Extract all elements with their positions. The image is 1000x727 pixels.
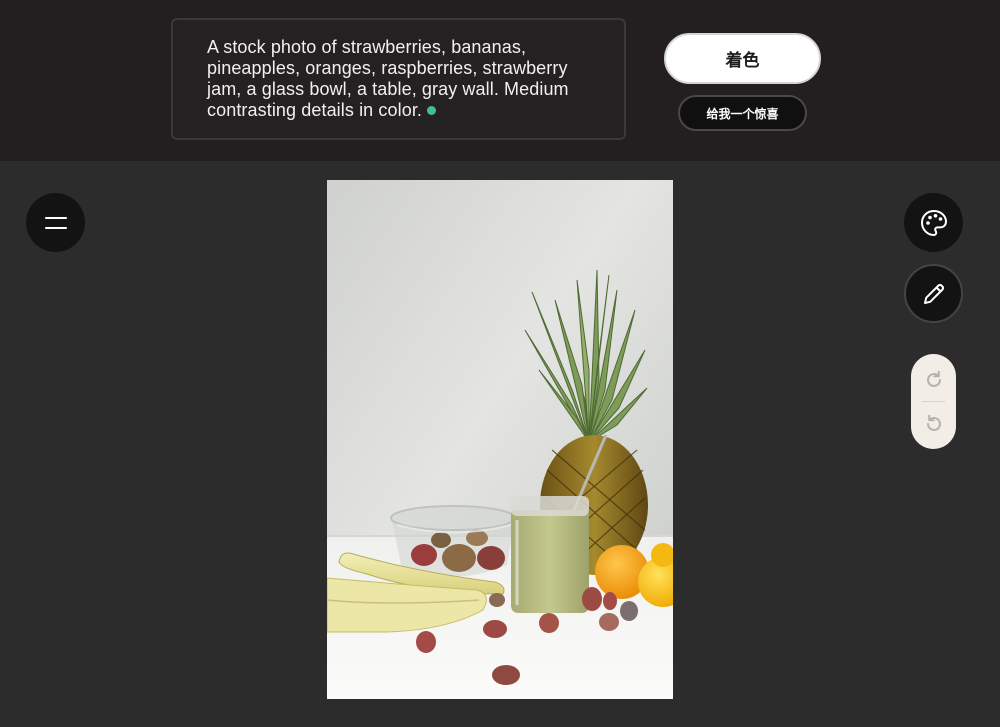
prompt-input[interactable]: A stock photo of strawberries, bananas, … — [171, 18, 626, 140]
generated-image — [327, 180, 673, 699]
prompt-text: A stock photo of strawberries, bananas, … — [207, 37, 569, 120]
hamburger-icon — [44, 216, 67, 229]
history-divider — [922, 401, 945, 402]
palette-button[interactable] — [904, 193, 963, 252]
menu-button[interactable] — [26, 193, 85, 252]
prompt-text-container: A stock photo of strawberries, bananas, … — [207, 37, 607, 121]
history-controls — [911, 354, 956, 449]
status-dot-icon — [427, 106, 437, 115]
redo-icon — [926, 370, 941, 387]
undo-icon — [926, 414, 941, 431]
colorize-button[interactable]: 着色 — [664, 33, 821, 84]
fruit-photo — [327, 180, 673, 699]
undo-button[interactable] — [911, 404, 956, 444]
top-bar: A stock photo of strawberries, bananas, … — [0, 0, 1000, 161]
pencil-icon — [923, 283, 944, 304]
redo-button[interactable] — [911, 360, 956, 400]
surprise-me-button[interactable]: 给我一个惊喜 — [678, 95, 807, 131]
palette-icon — [920, 209, 947, 236]
edit-button[interactable] — [904, 264, 963, 323]
